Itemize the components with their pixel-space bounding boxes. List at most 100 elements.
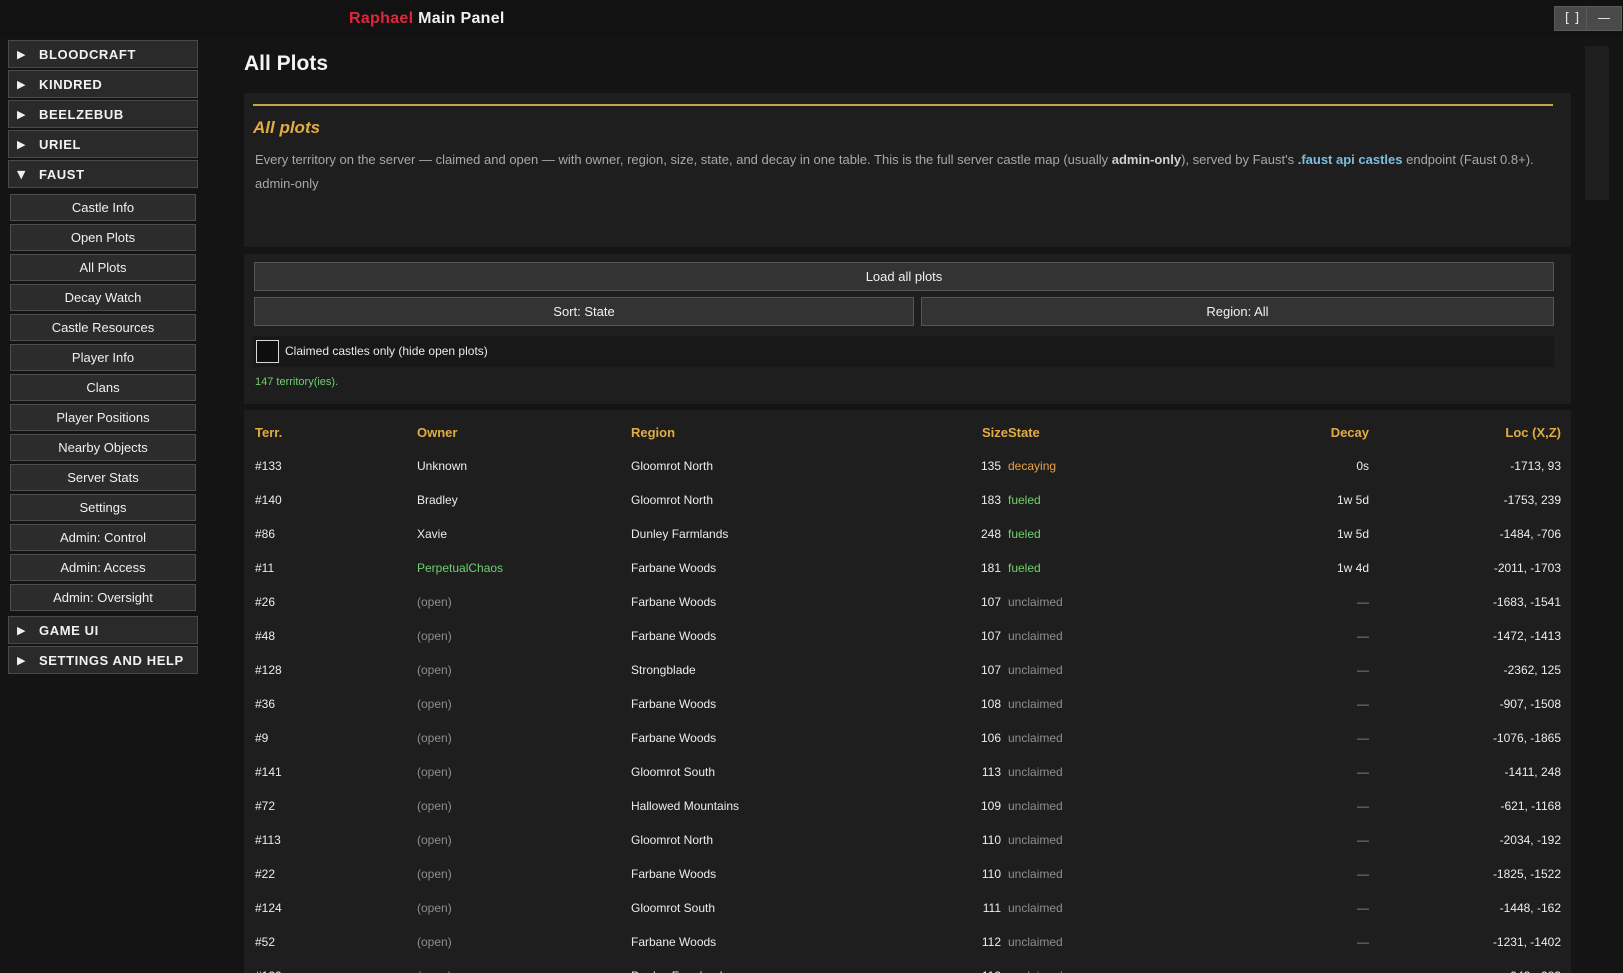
cell-decay: —	[1357, 799, 1369, 813]
sidebar-item-admin-oversight[interactable]: Admin: Oversight	[10, 584, 196, 611]
region-filter-button[interactable]: Region: All	[921, 297, 1554, 326]
collapsed-triangle-icon: ▶	[17, 137, 27, 151]
plots-table-card: Terr. Owner Region Size State Decay Loc …	[244, 410, 1571, 973]
col-size-header[interactable]: Size	[952, 415, 1008, 449]
table-row[interactable]: #120(open)Dunley Farmlands112unclaimed—-…	[255, 959, 1561, 973]
cell-owner: (open)	[417, 595, 452, 609]
cell-decay: —	[1357, 867, 1369, 881]
cell-state: unclaimed	[1008, 935, 1063, 949]
sidebar-item-nearby-objects[interactable]: Nearby Objects	[10, 434, 196, 461]
cell-loc: -942, -283	[1369, 959, 1561, 973]
cell-terr: #140	[255, 493, 282, 507]
sidebar: ▶ BLOODCRAFT ▶ KINDRED ▶ BEELZEBUB ▶ URI…	[8, 40, 198, 676]
table-row[interactable]: #11 PerpetualChaos Farbane Woods 181 fueled 1…	[255, 551, 1561, 585]
desc-command: .faust api castles	[1297, 152, 1403, 167]
category-label: FAUST	[39, 166, 85, 182]
category-faust[interactable]: ▼ FAUST	[8, 160, 198, 188]
sort-button[interactable]: Sort: State	[254, 297, 914, 326]
cell-decay: 1w 5d	[1336, 527, 1369, 541]
sidebar-item-admin-access[interactable]: Admin: Access	[10, 554, 196, 581]
cell-loc: -1411, 248	[1504, 765, 1562, 779]
table-row[interactable]: #36 (open) Farbane Woods 108 unclaimed — -907,…	[255, 687, 1561, 721]
table-row[interactable]: #140 Bradley Gloomrot North 183 fueled 1w 5d -…	[255, 483, 1561, 517]
plots-table: Terr. Owner Region Size State Decay Loc …	[255, 415, 1561, 973]
cell-terr: #11	[255, 561, 275, 575]
table-row[interactable]: #22 (open) Farbane Woods 110 unclaimed — -1825…	[255, 857, 1561, 891]
sidebar-item-decay-watch[interactable]: Decay Watch	[10, 284, 196, 311]
table-row[interactable]: #52 (open) Farbane Woods 112 unclaimed — -1231…	[255, 925, 1561, 959]
table-header-row: Terr. Owner Region Size State Decay Loc …	[255, 415, 1561, 449]
cell-terr: #72	[255, 799, 276, 813]
cell-decay: —	[1357, 901, 1369, 915]
table-row[interactable]: #26 (open) Farbane Woods 107 unclaimed — -1683…	[255, 585, 1561, 619]
cell-state: unclaimed	[1008, 731, 1063, 745]
cell-loc: -2362, 125	[1503, 663, 1561, 677]
cell-terr: #113	[255, 833, 281, 847]
table-row[interactable]: #141 (open) Gloomrot South 113 unclaimed — -14…	[255, 755, 1561, 789]
col-region-header[interactable]: Region	[631, 415, 952, 449]
sidebar-item-clans[interactable]: Clans	[10, 374, 196, 401]
cell-loc: -1683, -1541	[1492, 595, 1561, 609]
sidebar-item-player-positions[interactable]: Player Positions	[10, 404, 196, 431]
cell-size: 112	[981, 935, 1001, 949]
category-label: BLOODCRAFT	[39, 46, 136, 62]
sidebar-item-player-info[interactable]: Player Info	[10, 344, 196, 371]
cell-region: Farbane Woods	[631, 595, 717, 609]
sidebar-item-all-plots[interactable]: All Plots	[10, 254, 196, 281]
cell-owner: (open)	[417, 867, 452, 881]
sidebar-item-castle-resources[interactable]: Castle Resources	[10, 314, 196, 341]
sidebar-item-settings[interactable]: Settings	[10, 494, 196, 521]
sidebar-item-open-plots[interactable]: Open Plots	[10, 224, 196, 251]
category-settings-and-help[interactable]: ▶ SETTINGS AND HELP	[8, 646, 198, 674]
sidebar-item-admin-control[interactable]: Admin: Control	[10, 524, 196, 551]
controls-panel: Load all plots Sort: State Region: All C…	[244, 254, 1571, 404]
category-game-ui[interactable]: ▶ GAME UI	[8, 616, 198, 644]
cell-size: 107	[980, 663, 1001, 677]
table-row[interactable]: #72 (open) Hallowed Mountains 109 unclaimed —…	[255, 789, 1561, 823]
minimize-button[interactable]: —	[1586, 6, 1622, 31]
category-label: GAME UI	[39, 622, 99, 638]
collapsed-triangle-icon: ▶	[17, 623, 27, 637]
cell-state: unclaimed	[1008, 663, 1063, 677]
cell-owner: (open)	[417, 697, 452, 711]
claimed-only-checkbox[interactable]	[256, 340, 279, 363]
cell-state: decaying	[1008, 459, 1057, 473]
cell-decay: —	[1357, 731, 1369, 745]
cell-region: Strongblade	[631, 663, 696, 677]
table-row[interactable]: #124 (open) Gloomrot South 111 unclaimed — -14…	[255, 891, 1561, 925]
accent-rule	[253, 104, 1553, 106]
table-row[interactable]: #133 Unknown Gloomrot North 135 decaying 0s -1…	[255, 449, 1561, 483]
collapsed-triangle-icon: ▶	[17, 107, 27, 121]
scrollbar-thumb[interactable]	[1585, 46, 1609, 200]
table-row[interactable]: #113 (open) Gloomrot North 110 unclaimed — -20…	[255, 823, 1561, 857]
col-terr-header[interactable]: Terr.	[255, 415, 417, 449]
category-kindred[interactable]: ▶ KINDRED	[8, 70, 198, 98]
cell-state: unclaimed	[1008, 959, 1188, 973]
table-row[interactable]: #9 (open) Farbane Woods 106 unclaimed — -1076,…	[255, 721, 1561, 755]
col-owner-header[interactable]: Owner	[417, 415, 631, 449]
col-decay-header[interactable]: Decay	[1188, 415, 1369, 449]
restore-button[interactable]: [ ]	[1554, 6, 1590, 31]
sidebar-item-castle-info[interactable]: Castle Info	[10, 194, 196, 221]
cell-terr: #128	[255, 663, 282, 677]
table-row[interactable]: #128 (open) Strongblade 107 unclaimed — -2362,…	[255, 653, 1561, 687]
table-row[interactable]: #48 (open) Farbane Woods 107 unclaimed — -1472…	[255, 619, 1561, 653]
sidebar-item-server-stats[interactable]: Server Stats	[10, 464, 196, 491]
category-beelzebub[interactable]: ▶ BEELZEBUB	[8, 100, 198, 128]
title-rest: Main Panel	[418, 10, 505, 27]
cell-decay: —	[1357, 663, 1369, 677]
category-uriel[interactable]: ▶ URIEL	[8, 130, 198, 158]
cell-owner: (open)	[417, 901, 452, 915]
table-row[interactable]: #86 Xavie Dunley Farmlands 248 fueled 1w 5d -1…	[255, 517, 1561, 551]
category-label: URIEL	[39, 136, 81, 152]
collapsed-triangle-icon: ▶	[17, 653, 27, 667]
col-loc-header[interactable]: Loc (X,Z)	[1369, 415, 1561, 449]
cell-region: Hallowed Mountains	[631, 799, 740, 813]
cell-terr: #124	[255, 901, 282, 915]
category-bloodcraft[interactable]: ▶ BLOODCRAFT	[8, 40, 198, 68]
cell-owner: (open)	[417, 935, 452, 949]
col-state-header[interactable]: State	[1008, 415, 1188, 449]
load-all-plots-button[interactable]: Load all plots	[254, 262, 1554, 291]
cell-terr: #86	[255, 527, 276, 541]
cell-loc: -1076, -1865	[1492, 731, 1561, 745]
